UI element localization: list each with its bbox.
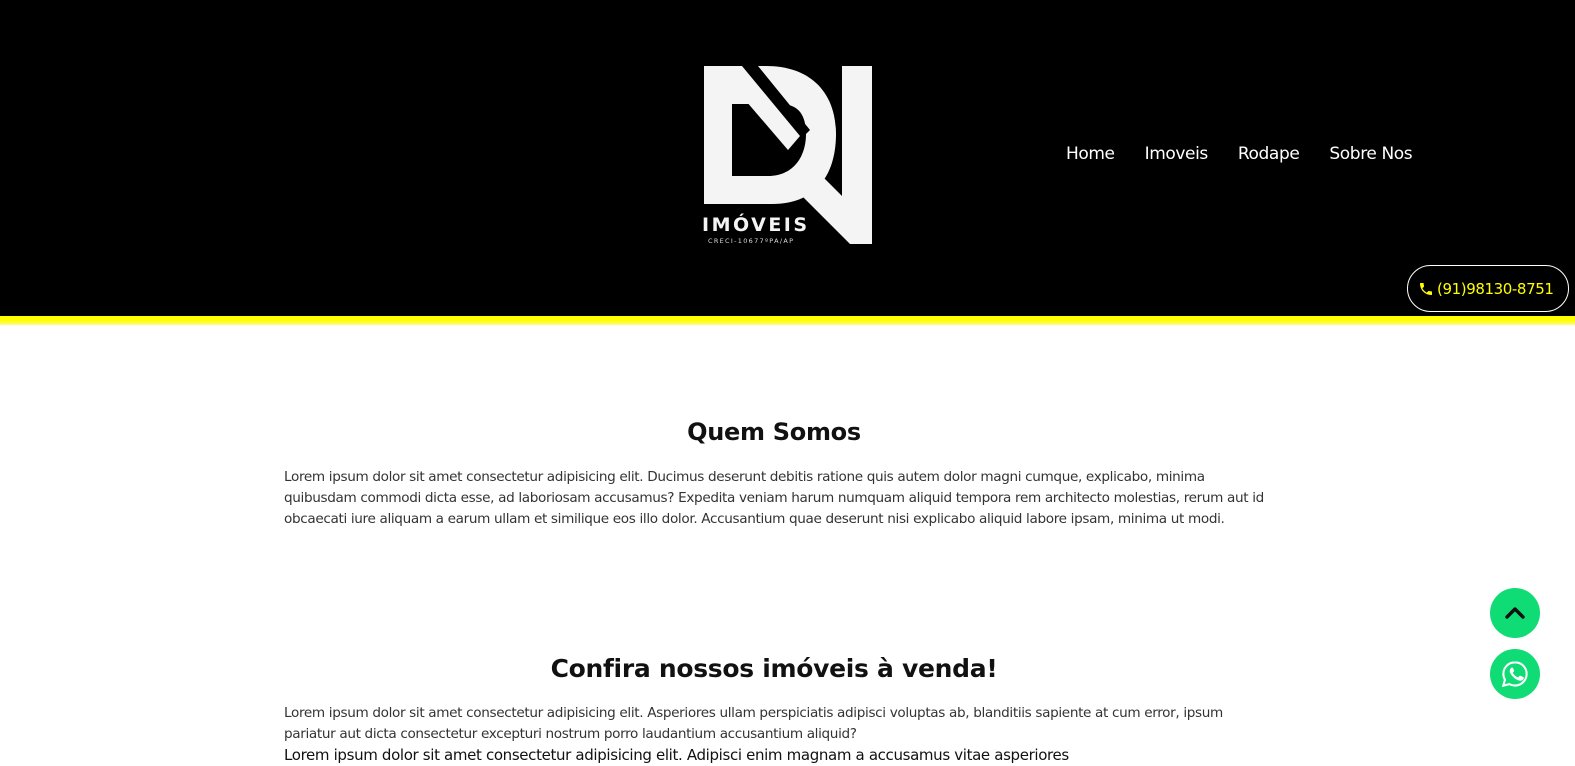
nav-imoveis[interactable]: Imoveis <box>1145 144 1209 164</box>
logo-creci: CRECI-10677ºPA/AP <box>708 237 795 245</box>
listings-title: Confira nossos imóveis à venda! <box>550 654 998 683</box>
about-text: Lorem ipsum dolor sit amet consectetur a… <box>284 469 1264 527</box>
about-title: Quem Somos <box>687 418 861 446</box>
listings-text: Lorem ipsum dolor sit amet consectetur a… <box>284 705 1223 742</box>
header-accent-bar <box>0 316 1575 326</box>
site-header: IMÓVEIS CRECI-10677ºPA/AP Home Imoveis R… <box>0 0 1575 316</box>
nav-home[interactable]: Home <box>1066 144 1115 164</box>
phone-button[interactable]: (91)98130-8751 <box>1407 265 1569 312</box>
scroll-top-button[interactable] <box>1490 588 1540 638</box>
main-nav: Home Imoveis Rodape Sobre Nos <box>1066 144 1413 164</box>
listings-text-2: Lorem ipsum dolor sit amet consectetur a… <box>284 746 1069 764</box>
nav-sobre-nos[interactable]: Sobre Nos <box>1329 144 1412 164</box>
phone-number: (91)98130-8751 <box>1437 279 1554 298</box>
nav-rodape[interactable]: Rodape <box>1238 144 1300 164</box>
logo-wordmark: IMÓVEIS <box>702 214 810 236</box>
phone-icon <box>1420 282 1432 295</box>
whatsapp-icon <box>1501 661 1528 688</box>
whatsapp-button[interactable] <box>1490 649 1540 699</box>
chevron-up-icon <box>1505 607 1525 619</box>
